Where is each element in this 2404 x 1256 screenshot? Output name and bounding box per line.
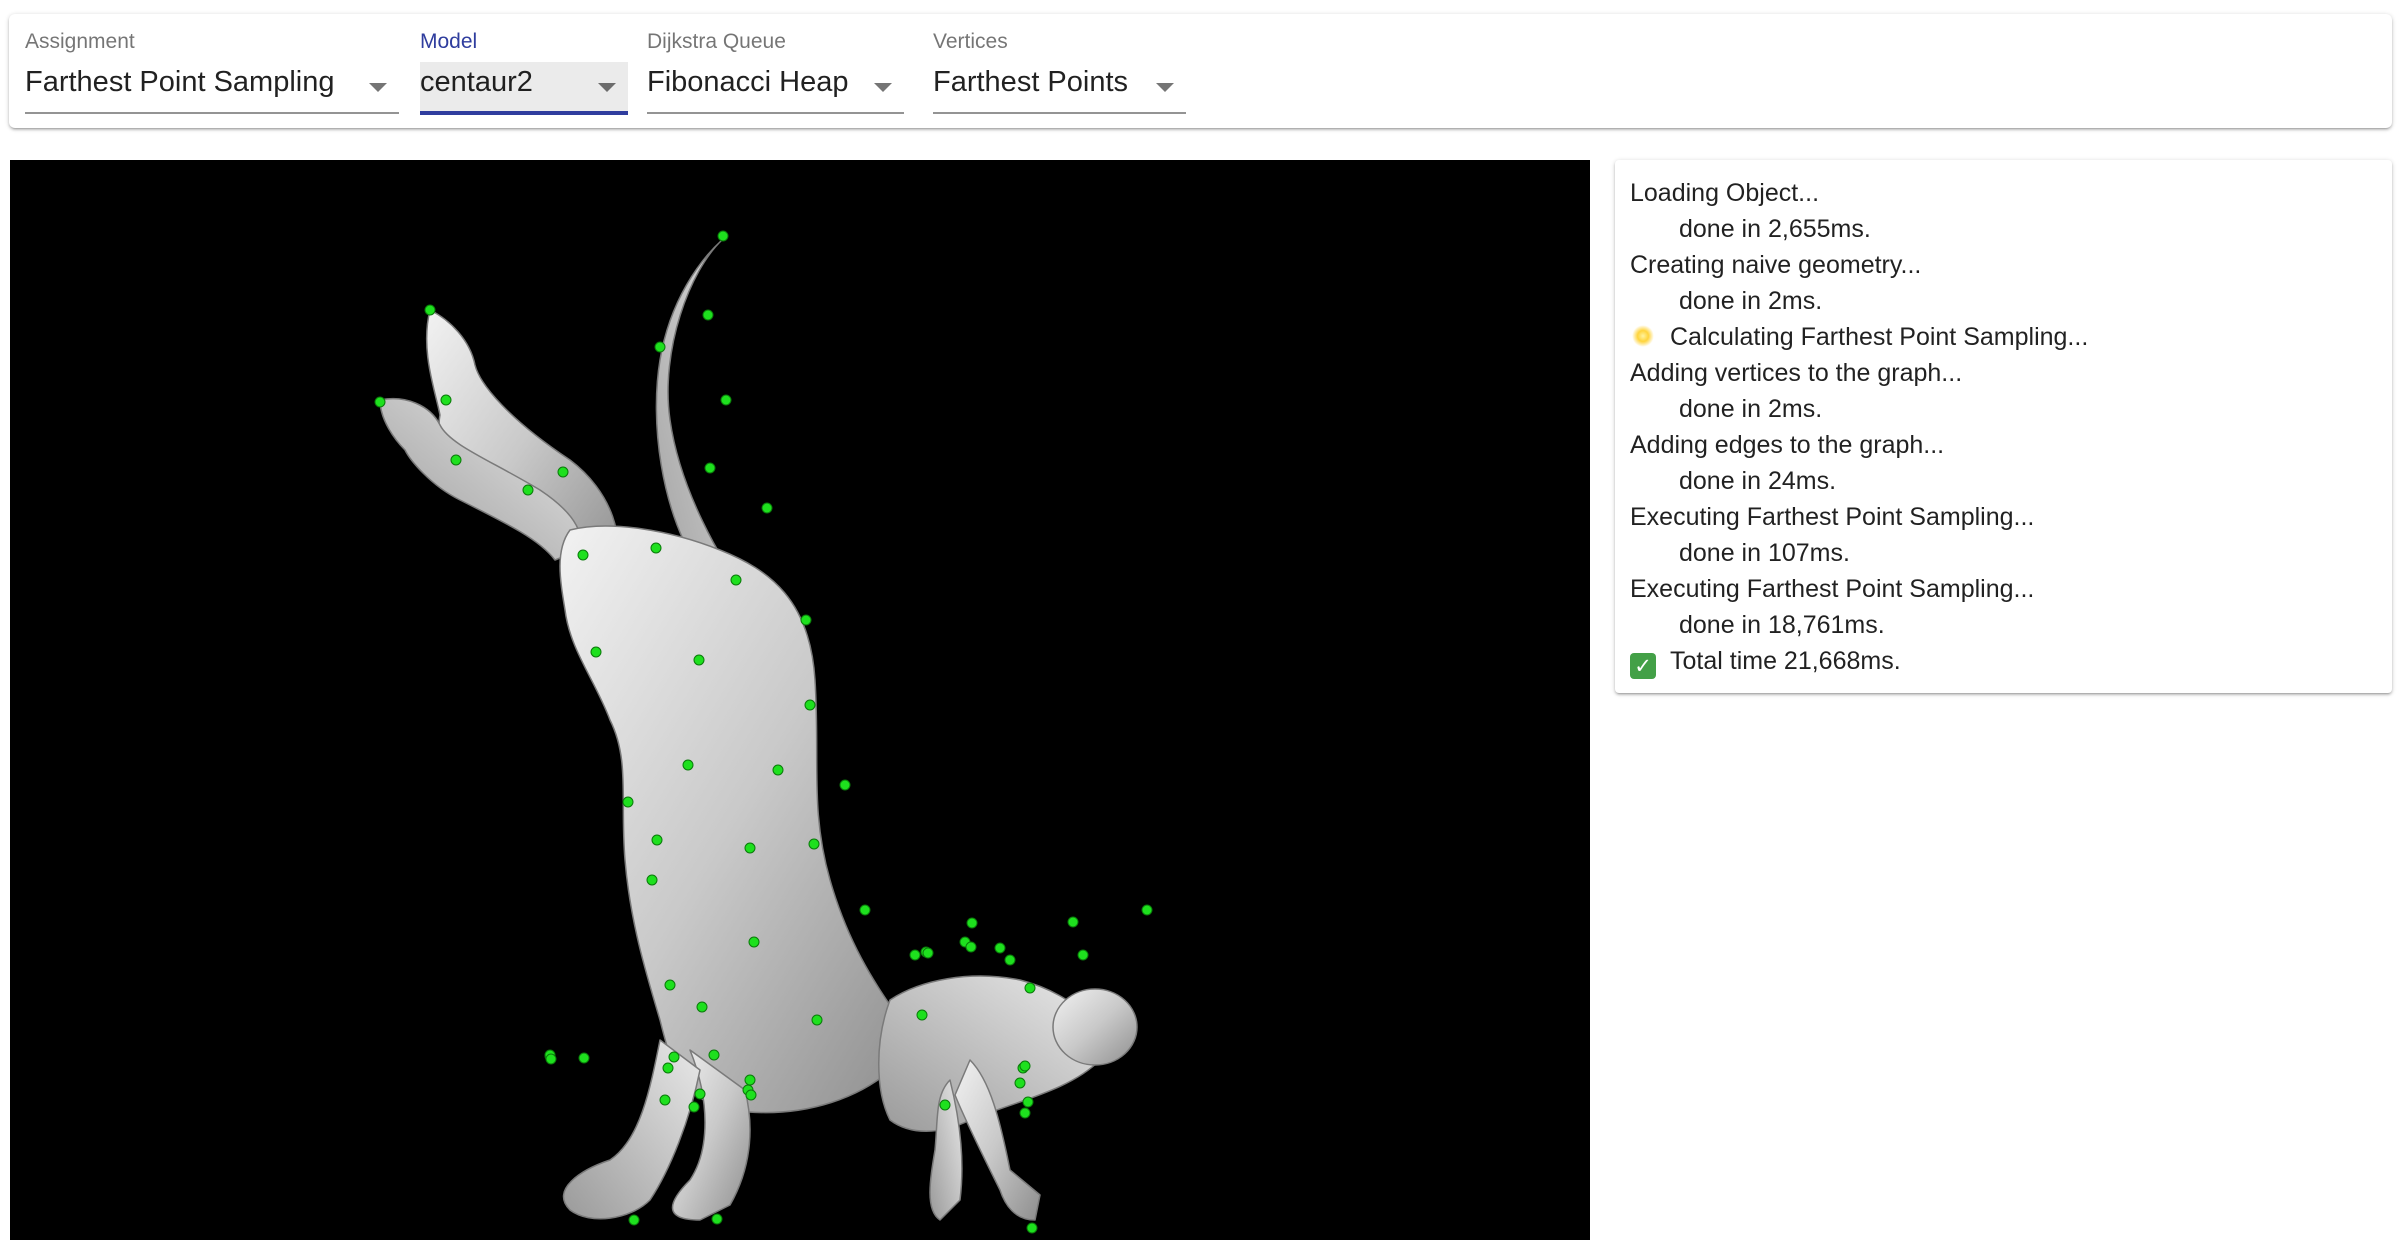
chevron-down-icon [369, 83, 387, 92]
vertices-value: Farthest Points [933, 66, 1129, 98]
check-icon: ✓ [1630, 653, 1656, 679]
log-line: Executing Farthest Point Sampling... [1630, 503, 2035, 531]
dijkstra-queue-label: Dijkstra Queue [647, 30, 786, 53]
assignment-value: Farthest Point Sampling [25, 66, 335, 98]
log-panel: Loading Object... done in 2,655ms. Creat… [1615, 160, 2392, 693]
model-value: centaur2 [420, 66, 533, 98]
log-line: Adding edges to the graph... [1630, 431, 1945, 459]
log-line: Executing Farthest Point Sampling... [1630, 575, 2035, 603]
log-line: done in 2ms. [1679, 287, 1823, 315]
assignment-underline [25, 112, 399, 114]
model-select[interactable]: Model centaur2 [420, 14, 628, 128]
log-line: ✓ Total time 21,668ms. [1630, 643, 1901, 679]
log-line: Loading Object... [1630, 179, 1820, 207]
dijkstra-queue-select[interactable]: Dijkstra Queue Fibonacci Heap [647, 14, 904, 128]
toolbar: Assignment Farthest Point Sampling Model… [9, 14, 2392, 128]
chevron-down-icon [874, 83, 892, 92]
chevron-down-icon [598, 83, 616, 92]
log-line: Calculating Farthest Point Sampling... [1630, 319, 2088, 355]
centaur-mesh [374, 230, 1153, 1234]
log-line: done in 2ms. [1679, 395, 1823, 423]
model-underline [420, 111, 628, 115]
log-line: Adding vertices to the graph... [1630, 359, 1963, 387]
log-line: done in 2,655ms. [1679, 215, 1871, 243]
log-line: done in 24ms. [1679, 467, 1837, 495]
log-line: done in 18,761ms. [1679, 611, 1885, 639]
assignment-select[interactable]: Assignment Farthest Point Sampling [25, 14, 399, 128]
dijkstra-queue-underline [647, 112, 904, 114]
model-label: Model [420, 30, 478, 53]
dijkstra-queue-value: Fibonacci Heap [647, 66, 849, 98]
sparkle-icon [1630, 323, 1656, 349]
vertices-label: Vertices [933, 30, 1008, 53]
log-line: done in 107ms. [1679, 539, 1850, 567]
chevron-down-icon [1156, 83, 1174, 92]
3d-viewport[interactable] [10, 160, 1590, 1240]
log-line: Creating naive geometry... [1630, 251, 1922, 279]
vertices-select[interactable]: Vertices Farthest Points [933, 14, 1186, 128]
vertices-underline [933, 112, 1186, 114]
assignment-label: Assignment [25, 30, 135, 53]
